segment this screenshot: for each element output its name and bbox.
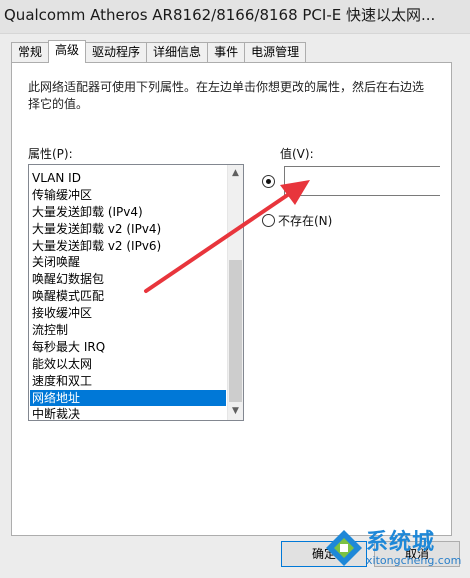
not-present-radio[interactable] — [262, 214, 275, 227]
property-item[interactable]: 关闭唤醒 — [30, 254, 226, 271]
tab-power-management[interactable]: 电源管理 — [244, 42, 307, 62]
tab-events[interactable]: 事件 — [207, 42, 245, 62]
tab-driver[interactable]: 驱动程序 — [86, 42, 147, 62]
property-label: 属性(P): — [28, 147, 73, 161]
tab-advanced[interactable]: 高级 — [48, 40, 87, 63]
panel-description: 此网络适配器可使用下列属性。在左边单击你想更改的属性，然后在右边选择它的值。 — [28, 80, 425, 111]
value-radio[interactable] — [262, 175, 275, 188]
property-item[interactable]: 唤醒幻数据包 — [30, 271, 226, 288]
tab-strip: 常规 高级 驱动程序 详细信息 事件 电源管理 — [11, 40, 307, 63]
property-item[interactable]: 唤醒模式匹配 — [30, 288, 226, 305]
property-item[interactable]: 中断裁决 — [30, 406, 226, 420]
property-item[interactable]: 传输缓冲区 — [30, 187, 226, 204]
property-listbox[interactable]: VLAN ID 传输缓冲区 大量发送卸载 (IPv4) 大量发送卸载 v2 (IPv4… — [28, 164, 244, 421]
advanced-panel: 此网络适配器可使用下列属性。在左边单击你想更改的属性，然后在右边选择它的值。 属… — [11, 62, 452, 536]
scroll-thumb[interactable] — [229, 260, 242, 402]
scroll-up-icon[interactable]: ▲ — [228, 165, 243, 182]
property-item[interactable]: 每秒最大 IRQ — [30, 339, 226, 356]
property-item[interactable]: 接收缓冲区 — [30, 305, 226, 322]
watermark-brand: 系统城 — [366, 530, 436, 555]
watermark-url: xitongcheng.com — [366, 554, 462, 567]
not-present-label: 不存在(N) — [278, 214, 333, 228]
value-label: 值(V): — [280, 147, 314, 161]
watermark: 系统城 xitongcheng.com — [322, 522, 470, 578]
value-input[interactable] — [284, 166, 440, 196]
property-item[interactable]: 大量发送卸载 v2 (IPv4) — [30, 221, 226, 238]
window-title: Qualcomm Atheros AR8162/8166/8168 PCI-E … — [0, 0, 470, 34]
property-item[interactable]: 大量发送卸载 v2 (IPv6) — [30, 238, 226, 255]
property-scrollbar[interactable]: ▲ ▼ — [227, 165, 243, 420]
watermark-logo-icon — [326, 530, 362, 566]
property-item[interactable]: 流控制 — [30, 322, 226, 339]
property-item[interactable]: 网络地址 — [30, 389, 226, 407]
property-item[interactable]: 速度和双工 — [30, 373, 226, 390]
tab-details[interactable]: 详细信息 — [146, 42, 208, 62]
property-item[interactable]: VLAN ID — [30, 170, 226, 187]
tab-general[interactable]: 常规 — [11, 42, 49, 62]
property-item[interactable]: 能效以太网 — [30, 356, 226, 373]
radio-selected-dot — [266, 179, 271, 184]
scroll-down-icon[interactable]: ▼ — [228, 403, 243, 420]
property-list: VLAN ID 传输缓冲区 大量发送卸载 (IPv4) 大量发送卸载 v2 (IPv4… — [30, 170, 226, 420]
property-item[interactable]: 大量发送卸载 (IPv4) — [30, 204, 226, 221]
